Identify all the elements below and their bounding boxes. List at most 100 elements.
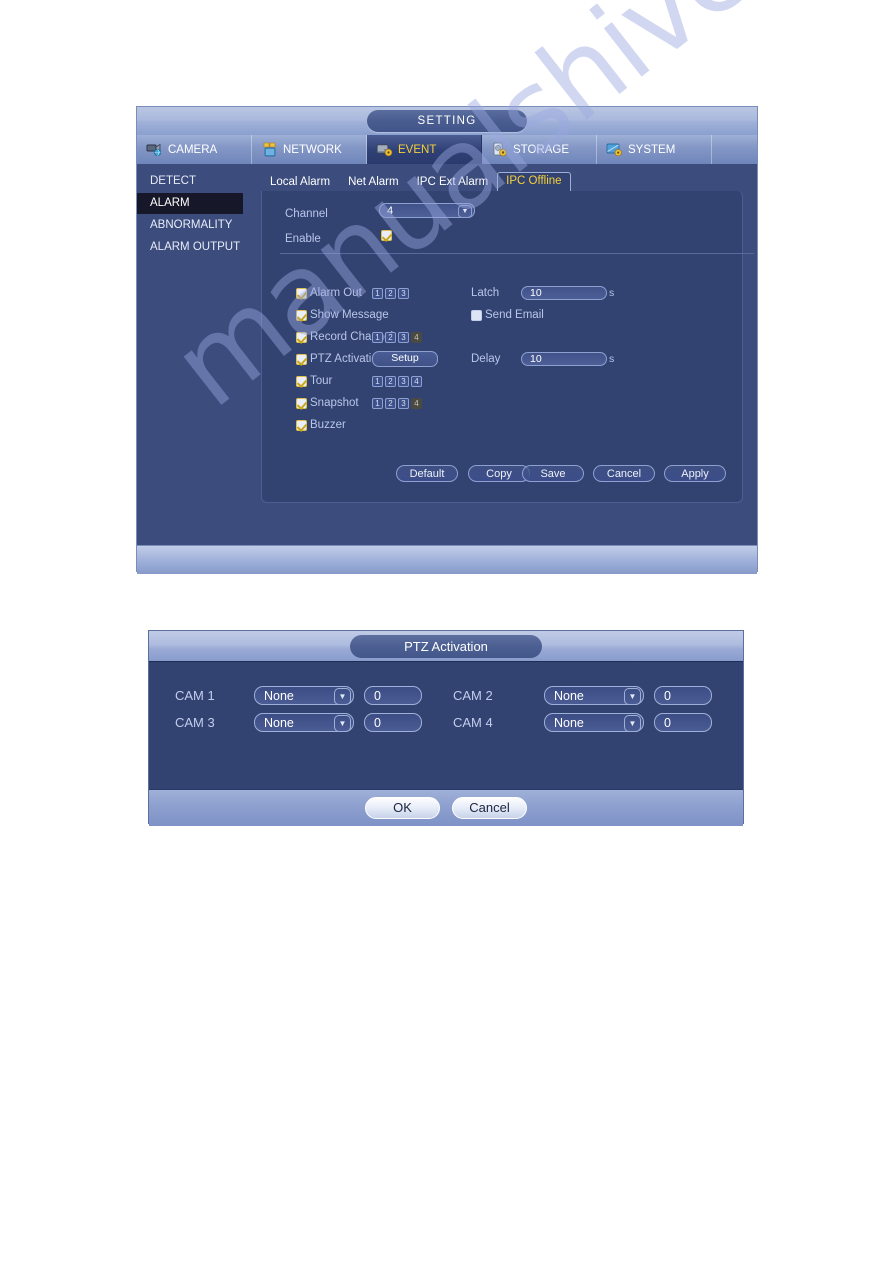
cam3-mode-select[interactable]: None ▼ xyxy=(254,713,354,732)
snapshot-label: Snapshot xyxy=(310,397,359,409)
tab-event-label: EVENT xyxy=(398,143,437,156)
ptz-dialog-body: CAM 1 None ▼ 0 CAM 2 None ▼ 0 CAM 3 None… xyxy=(149,661,743,789)
ipc-offline-panel: Channel 4 ▼ Enable Alarm Out 1 2 3 Show … xyxy=(261,191,754,503)
chevron-down-icon[interactable]: ▼ xyxy=(624,688,641,705)
send-email-label: Send Email xyxy=(485,309,544,321)
alarm-out-checkbox[interactable] xyxy=(296,287,307,299)
chevron-down-icon[interactable]: ▼ xyxy=(458,205,472,218)
enable-label: Enable xyxy=(285,233,321,245)
badge[interactable]: 2 xyxy=(385,397,396,409)
badge[interactable]: 1 xyxy=(372,287,383,299)
content-area: Local Alarm Net Alarm IPC Ext Alarm IPC … xyxy=(249,164,757,545)
sidebar-item-alarm[interactable]: ALARM xyxy=(137,193,243,214)
tab-camera[interactable]: CAMERA xyxy=(137,135,252,164)
badge[interactable]: 4 xyxy=(411,375,422,387)
subtab-ipc-ext-alarm[interactable]: IPC Ext Alarm xyxy=(408,174,498,191)
default-button[interactable]: Default xyxy=(396,465,458,482)
sidebar-item-detect[interactable]: DETECT xyxy=(137,171,249,192)
chevron-down-icon[interactable]: ▼ xyxy=(334,688,351,705)
alarm-out-badges: 1 2 3 xyxy=(372,287,409,299)
subtab-local-alarm[interactable]: Local Alarm xyxy=(261,174,339,191)
sub-tabs: Local Alarm Net Alarm IPC Ext Alarm IPC … xyxy=(249,169,757,191)
delay-label: Delay xyxy=(471,353,501,365)
latch-unit: s xyxy=(609,287,615,299)
channel-select[interactable]: 4 ▼ xyxy=(379,203,475,218)
cam3-value-input[interactable]: 0 xyxy=(364,713,422,732)
cam1-label: CAM 1 xyxy=(175,688,215,703)
cam1-mode-select[interactable]: None ▼ xyxy=(254,686,354,705)
channel-label: Channel xyxy=(285,208,328,220)
cam2-label: CAM 2 xyxy=(453,688,493,703)
badge[interactable]: 3 xyxy=(398,287,409,299)
event-icon xyxy=(376,142,393,157)
ptz-dialog-title-bar: PTZ Activation xyxy=(149,631,743,661)
tour-label: Tour xyxy=(310,375,333,387)
chevron-down-icon[interactable]: ▼ xyxy=(334,715,351,732)
option-show-message: Show Message xyxy=(296,304,393,326)
badge[interactable]: 2 xyxy=(385,375,396,387)
setting-window: SETTING CAMERA NETWORK EVENT STORAGE SYS… xyxy=(136,106,758,574)
subtab-ipc-offline[interactable]: IPC Offline xyxy=(497,172,571,191)
apply-button[interactable]: Apply xyxy=(664,465,726,482)
snapshot-checkbox[interactable] xyxy=(296,397,307,409)
badge[interactable]: 1 xyxy=(372,331,383,343)
tab-system[interactable]: SYSTEM xyxy=(597,135,712,164)
cam1-value-input[interactable]: 0 xyxy=(364,686,422,705)
option-record-channel: Record Channel 1 2 3 4 xyxy=(296,326,422,348)
tab-storage-label: STORAGE xyxy=(513,143,570,156)
record-channel-checkbox[interactable] xyxy=(296,331,307,343)
send-email-checkbox[interactable] xyxy=(471,309,482,321)
show-message-label: Show Message xyxy=(310,309,389,321)
sidebar-item-abnormality[interactable]: ABNORMALITY xyxy=(137,215,249,236)
delay-input[interactable]: 10 xyxy=(521,352,607,366)
cam4-mode-value: None xyxy=(554,716,584,730)
storage-icon xyxy=(491,142,508,157)
badge[interactable]: 3 xyxy=(398,331,409,343)
cam2-value-input[interactable]: 0 xyxy=(654,686,712,705)
main-nav-tabs: CAMERA NETWORK EVENT STORAGE SYSTEM xyxy=(137,135,757,164)
cam2-mode-value: None xyxy=(554,689,584,703)
cam4-value-input[interactable]: 0 xyxy=(654,713,712,732)
window-footer-bar xyxy=(137,545,757,574)
enable-checkbox[interactable] xyxy=(381,230,392,241)
badge[interactable]: 1 xyxy=(372,397,383,409)
options-list: Alarm Out 1 2 3 Show Message Record Chan… xyxy=(296,282,438,436)
badge[interactable]: 3 xyxy=(398,397,409,409)
badge[interactable]: 2 xyxy=(385,331,396,343)
page-title: SETTING xyxy=(367,110,527,132)
cam2-mode-select[interactable]: None ▼ xyxy=(544,686,644,705)
chevron-down-icon[interactable]: ▼ xyxy=(624,715,641,732)
tour-checkbox[interactable] xyxy=(296,375,307,387)
sidebar-item-alarm-output[interactable]: ALARM OUTPUT xyxy=(137,237,249,258)
subtab-net-alarm[interactable]: Net Alarm xyxy=(339,174,408,191)
tab-storage[interactable]: STORAGE xyxy=(482,135,597,164)
tab-event[interactable]: EVENT xyxy=(367,135,482,164)
option-snapshot: Snapshot 1 2 3 4 xyxy=(296,392,422,414)
camera-icon xyxy=(146,142,163,157)
copy-button[interactable]: Copy xyxy=(468,465,530,482)
badge[interactable]: 3 xyxy=(398,375,409,387)
badge[interactable]: 2 xyxy=(385,287,396,299)
badge[interactable]: 1 xyxy=(372,375,383,387)
ptz-activation-checkbox[interactable] xyxy=(296,353,307,365)
cam3-mode-value: None xyxy=(264,716,294,730)
enable-row: Enable xyxy=(285,229,392,247)
buzzer-checkbox[interactable] xyxy=(296,419,307,431)
cancel-button[interactable]: Cancel xyxy=(593,465,655,482)
tab-network[interactable]: NETWORK xyxy=(252,135,367,164)
show-message-checkbox[interactable] xyxy=(296,309,307,321)
cam4-mode-select[interactable]: None ▼ xyxy=(544,713,644,732)
ptz-ok-button[interactable]: OK xyxy=(365,797,440,819)
latch-label: Latch xyxy=(471,287,500,299)
ptz-setup-button[interactable]: Setup xyxy=(372,351,438,367)
option-alarm-out: Alarm Out 1 2 3 xyxy=(296,282,409,304)
ptz-camera-grid: CAM 1 None ▼ 0 CAM 2 None ▼ 0 CAM 3 None… xyxy=(149,662,743,789)
tab-system-label: SYSTEM xyxy=(628,143,676,156)
save-button[interactable]: Save xyxy=(522,465,584,482)
latch-input[interactable]: 10 xyxy=(521,286,607,300)
ptz-cancel-button[interactable]: Cancel xyxy=(452,797,527,819)
badge-disabled: 4 xyxy=(411,397,422,409)
badge-disabled: 4 xyxy=(411,331,422,343)
window-title-bar: SETTING xyxy=(137,107,757,135)
